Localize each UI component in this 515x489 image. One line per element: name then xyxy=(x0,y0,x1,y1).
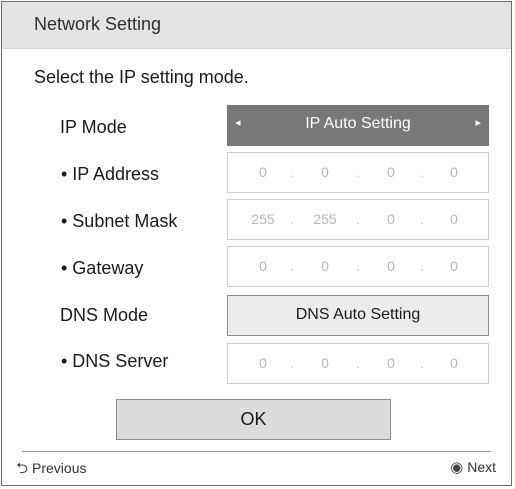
ok-button[interactable]: OK xyxy=(116,399,391,440)
octet-separator: . xyxy=(420,211,424,227)
subnet-mask-field[interactable]: 255 . 255 . 0 . 0 xyxy=(227,199,489,240)
subnet-mask-octet-1[interactable]: 255 xyxy=(243,211,283,227)
gateway-field[interactable]: 0 . 0 . 0 . 0 xyxy=(227,246,489,287)
octet-separator: . xyxy=(290,355,294,371)
octet-separator: . xyxy=(420,164,424,180)
dns-mode-value: DNS Auto Setting xyxy=(295,306,421,323)
octet-separator: . xyxy=(356,211,360,227)
dns-mode-label: DNS Mode xyxy=(60,305,149,325)
ip-address-octet-3[interactable]: 0 xyxy=(371,164,411,180)
previous-button[interactable]: ⮌ Previous xyxy=(16,458,86,483)
gateway-octet-4[interactable]: 0 xyxy=(434,258,474,274)
dns-mode-selector[interactable]: DNS Auto Setting xyxy=(227,295,489,336)
ip-address-octet-1[interactable]: 0 xyxy=(243,164,283,180)
footer-divider xyxy=(22,451,491,452)
ip-address-field[interactable]: 0 . 0 . 0 . 0 xyxy=(227,152,489,193)
octet-separator: . xyxy=(290,164,294,180)
octet-separator: . xyxy=(420,355,424,371)
octet-separator: . xyxy=(420,258,424,274)
ip-address-octet-4[interactable]: 0 xyxy=(434,164,474,180)
ip-mode-selector[interactable]: ◂ IP Auto Setting ▸ xyxy=(227,105,489,146)
octet-separator: . xyxy=(356,258,360,274)
ip-address-octet-2[interactable]: 0 xyxy=(305,164,345,180)
octet-separator: . xyxy=(290,258,294,274)
gateway-octet-3[interactable]: 0 xyxy=(371,258,411,274)
subnet-mask-label: • Subnet Mask xyxy=(61,211,178,231)
arrow-right-icon[interactable]: ▸ xyxy=(475,116,481,129)
back-arrow-icon: ⮌ xyxy=(16,460,29,477)
dns-server-label: • DNS Server xyxy=(61,351,169,371)
octet-separator: . xyxy=(356,164,360,180)
octet-separator: . xyxy=(290,211,294,227)
ip-mode-label: IP Mode xyxy=(60,117,127,137)
instruction-text: Select the IP setting mode. xyxy=(34,67,249,87)
ip-address-label: • IP Address xyxy=(61,164,160,184)
gateway-octet-2[interactable]: 0 xyxy=(305,258,345,274)
dns-server-octet-4[interactable]: 0 xyxy=(434,355,474,371)
next-label: Next xyxy=(467,459,496,475)
dialog-title: Network Setting xyxy=(34,14,162,34)
ok-remote-icon: ◉ xyxy=(450,459,464,476)
title-bar: Network Setting xyxy=(2,2,511,49)
network-setting-dialog: Network Setting Select the IP setting mo… xyxy=(1,1,512,486)
dns-server-field[interactable]: 0 . 0 . 0 . 0 xyxy=(227,343,489,384)
previous-label: Previous xyxy=(32,460,87,476)
subnet-mask-octet-3[interactable]: 0 xyxy=(371,211,411,227)
ok-button-label: OK xyxy=(240,409,267,429)
dns-server-octet-3[interactable]: 0 xyxy=(371,355,411,371)
octet-separator: . xyxy=(356,355,360,371)
gateway-label: • Gateway xyxy=(61,258,144,278)
subnet-mask-octet-4[interactable]: 0 xyxy=(434,211,474,227)
next-button[interactable]: ◉ Next xyxy=(450,458,496,476)
dns-server-octet-1[interactable]: 0 xyxy=(243,355,283,371)
gateway-octet-1[interactable]: 0 xyxy=(243,258,283,274)
ip-mode-value: IP Auto Setting xyxy=(305,115,411,132)
dns-server-octet-2[interactable]: 0 xyxy=(305,355,345,371)
subnet-mask-octet-2[interactable]: 255 xyxy=(305,211,345,227)
